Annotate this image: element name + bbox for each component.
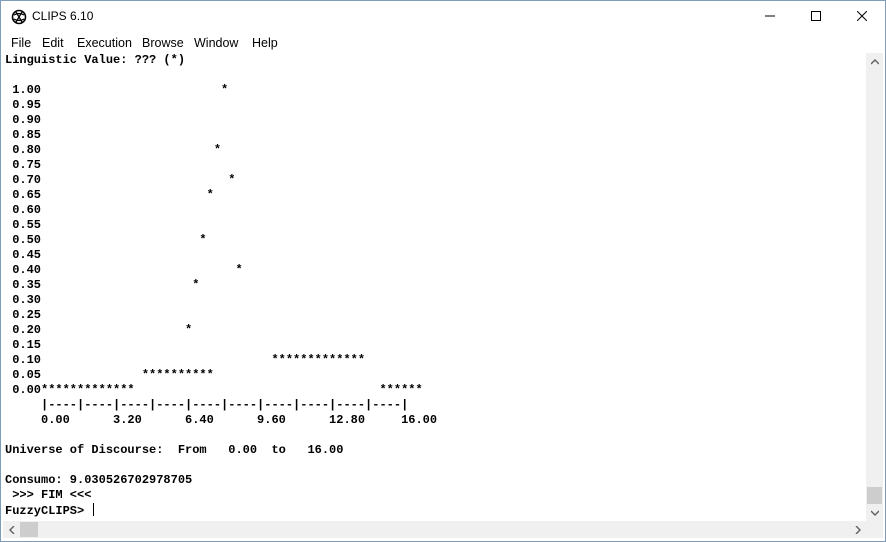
console-line: 0.55 (5, 218, 42, 232)
minimize-button[interactable] (747, 1, 793, 33)
console-line: 0.65 * (5, 188, 214, 202)
vertical-scrollbar[interactable] (866, 53, 883, 521)
scroll-up-icon[interactable] (866, 53, 883, 70)
console-line: 0.40 * (5, 263, 243, 277)
menu-execution[interactable]: Execution (77, 36, 132, 50)
menu-window[interactable]: Window (194, 36, 238, 50)
close-icon (856, 8, 868, 26)
console-line: Consumo: 9.030526702978705 (5, 473, 193, 487)
console-line: FuzzyCLIPS> (5, 504, 92, 518)
vertical-scroll-thumb[interactable] (867, 487, 882, 504)
console-line: Linguistic Value: ??? (*) (5, 53, 186, 67)
close-button[interactable] (839, 1, 885, 33)
console-line: 0.25 (5, 308, 42, 322)
console-line: 0.10 ************* (5, 353, 373, 367)
console-line: 1.00 * (5, 83, 229, 97)
maximize-button[interactable] (793, 1, 839, 33)
console-output[interactable]: Linguistic Value: ??? (*) 1.00 * 0.95 0.… (3, 53, 865, 521)
minimize-icon (765, 8, 775, 26)
menu-bar: File Edit Execution Browse Window Help (1, 33, 885, 53)
menu-file[interactable]: File (11, 36, 31, 50)
console-line: 0.95 (5, 98, 42, 112)
console-line: 0.15 (5, 338, 42, 352)
horizontal-scroll-thumb[interactable] (20, 522, 38, 537)
console-text: Linguistic Value: ??? (*) 1.00 * 0.95 0.… (5, 53, 437, 519)
console-line: 0.00 3.20 6.40 9.60 12.80 16.00 (5, 413, 438, 427)
title-bar[interactable]: CLIPS 6.10 (1, 1, 885, 33)
text-cursor (93, 503, 95, 516)
window-title: CLIPS 6.10 (32, 9, 94, 23)
console-line: 0.50 * (5, 233, 207, 247)
console-line: 0.35 * (5, 278, 200, 292)
console-line: 0.80 * (5, 143, 222, 157)
scroll-down-icon[interactable] (866, 504, 883, 521)
console-line: 0.45 (5, 248, 42, 262)
menu-help[interactable]: Help (252, 36, 278, 50)
horizontal-scrollbar[interactable] (3, 521, 866, 538)
console-line: Universe of Discourse: From 0.00 to 16.0… (5, 443, 344, 457)
console-line: 0.85 (5, 128, 42, 142)
console-line: 0.60 (5, 203, 42, 217)
console-line: 0.30 (5, 293, 42, 307)
console-line: |----|----|----|----|----|----|----|----… (5, 398, 409, 412)
menu-edit[interactable]: Edit (42, 36, 64, 50)
clips-app-icon (11, 9, 27, 25)
console-line: >>> FIM <<< (5, 488, 92, 502)
scrollbar-corner (866, 521, 883, 538)
scroll-left-icon[interactable] (3, 521, 20, 538)
maximize-icon (811, 8, 821, 26)
menu-browse[interactable]: Browse (142, 36, 184, 50)
console-line: 0.90 (5, 113, 42, 127)
scroll-right-icon[interactable] (849, 521, 866, 538)
app-window: CLIPS 6.10 File Edit Execution Browse Wi… (0, 0, 886, 542)
console-line: 0.20 * (5, 323, 193, 337)
console-line: 0.00************* ****** (5, 383, 423, 397)
console-line: 0.05 ********** (5, 368, 214, 382)
console-line: 0.75 (5, 158, 42, 172)
console-line: 0.70 * (5, 173, 236, 187)
